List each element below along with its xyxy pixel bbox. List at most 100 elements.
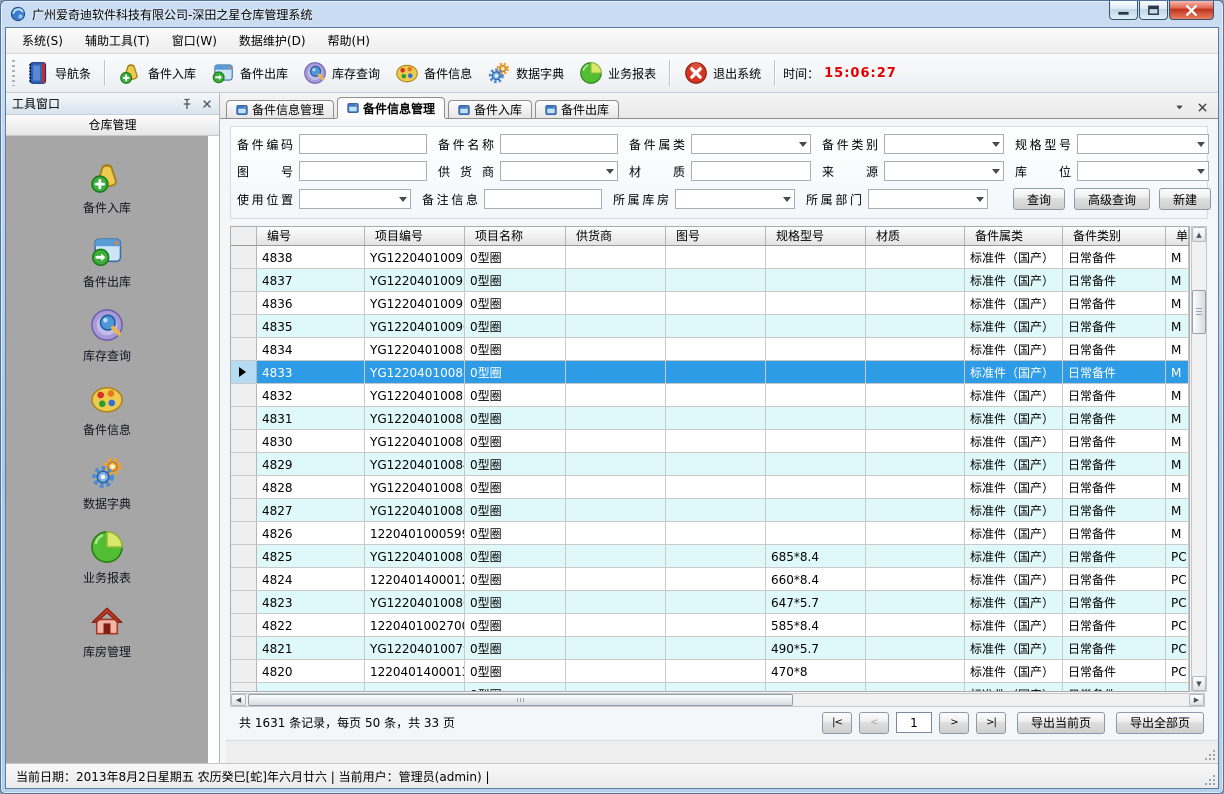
toolbar-button-1[interactable]: 备件入库 <box>112 57 202 89</box>
table-row[interactable]: 4834YG122040100890型圈标准件（国产）日常备件M <box>231 338 1189 361</box>
table-row[interactable]: 4832YG122040100870型圈标准件（国产）日常备件M <box>231 384 1189 407</box>
sidebar-item-1[interactable]: 备件出库 <box>6 224 208 298</box>
table-cell: 0型圈 <box>465 407 566 429</box>
toolbar-grip[interactable] <box>12 60 15 86</box>
table-row[interactable]: 4821YG122040100790型圈490*5.7标准件（国产）日常备件PC <box>231 637 1189 660</box>
next-page-button[interactable]: > <box>939 712 969 734</box>
scroll-up-icon[interactable]: ▲ <box>1192 227 1206 242</box>
search-combo-2-0[interactable] <box>299 189 411 209</box>
tab-list-chevron-down-icon[interactable] <box>1174 102 1185 113</box>
table-row[interactable]: 482612204010005990型圈标准件（国产）日常备件M <box>231 522 1189 545</box>
table-row[interactable]: 4833YG122040100880型圈标准件（国产）日常备件M <box>231 361 1189 384</box>
search-combo-0-3[interactable] <box>884 134 1004 154</box>
table-row[interactable]: 482012204014000130型圈470*8标准件（国产）日常备件PC <box>231 660 1189 683</box>
table-row[interactable]: 4827YG122040100820型圈标准件（国产）日常备件M <box>231 499 1189 522</box>
table-row[interactable]: 4830YG122040100850型圈标准件（国产）日常备件M <box>231 430 1189 453</box>
sidebar-item-3[interactable]: 备件信息 <box>6 372 208 446</box>
tab-close-icon[interactable] <box>1197 102 1208 113</box>
page-number-input[interactable] <box>896 712 932 733</box>
column-header-3[interactable]: 供货商 <box>566 227 666 245</box>
column-header-2[interactable]: 项目名称 <box>465 227 566 245</box>
search-combo-1-4[interactable] <box>1077 161 1209 181</box>
horizontal-scroll-thumb[interactable] <box>248 694 793 706</box>
table-row[interactable]: 482212204010027000型圈585*8.4标准件（国产）日常备件PC <box>231 614 1189 637</box>
column-header-5[interactable]: 规格型号 <box>766 227 866 245</box>
column-header-4[interactable]: 图号 <box>666 227 766 245</box>
toolbar-button-7[interactable]: 退出系统 <box>677 57 767 89</box>
scroll-down-icon[interactable]: ▼ <box>1192 676 1206 691</box>
first-page-button[interactable]: |< <box>822 712 852 734</box>
tab-1[interactable]: 备件信息管理 <box>337 97 445 118</box>
table-row[interactable]: 4837YG122040100920型圈标准件（国产）日常备件M <box>231 269 1189 292</box>
menu-item-1[interactable]: 辅助工具(T) <box>75 29 160 52</box>
scroll-right-icon[interactable]: ▶ <box>1189 694 1204 706</box>
pin-icon[interactable] <box>181 98 193 110</box>
vertical-scroll-thumb[interactable] <box>1192 290 1206 334</box>
table-row[interactable]: 4825YG122040100810型圈685*8.4标准件（国产）日常备件PC <box>231 545 1189 568</box>
tool-window-close-icon[interactable] <box>201 98 213 110</box>
search-combo-2-2[interactable] <box>675 189 795 209</box>
scroll-left-icon[interactable]: ◀ <box>231 694 246 706</box>
table-row[interactable]: 4823YG122040100800型圈647*5.7标准件（国产）日常备件PC <box>231 591 1189 614</box>
menu-item-0[interactable]: 系统(S) <box>12 29 73 52</box>
column-header-0[interactable]: 编号 <box>257 227 365 245</box>
toolbar-button-5[interactable]: 数据字典 <box>480 57 570 89</box>
menu-item-3[interactable]: 数据维护(D) <box>229 29 316 52</box>
search-combo-1-1[interactable] <box>500 161 618 181</box>
sidebar-item-0[interactable]: 备件入库 <box>6 150 208 224</box>
search-input-0-1[interactable] <box>500 134 618 154</box>
table-row[interactable]: 4831YG122040100860型圈标准件（国产）日常备件M <box>231 407 1189 430</box>
prev-page-button[interactable]: < <box>859 712 889 734</box>
column-header-8[interactable]: 备件类别 <box>1063 227 1166 245</box>
search-input-1-0[interactable] <box>299 161 427 181</box>
table-cell: 647*5.7 <box>766 591 866 613</box>
table-row[interactable]: 4829YG122040100840型圈标准件（国产）日常备件M <box>231 453 1189 476</box>
tab-2[interactable]: 备件入库 <box>448 100 532 118</box>
table-row[interactable]: 4835YG122040100900型圈标准件（国产）日常备件M <box>231 315 1189 338</box>
search-combo-0-2[interactable] <box>691 134 811 154</box>
table-row[interactable]: 4838YG122040100930型圈标准件（国产）日常备件M <box>231 246 1189 269</box>
sidebar-item-6[interactable]: 库房管理 <box>6 594 208 668</box>
search-input-0-0[interactable] <box>299 134 427 154</box>
toolbar-button-2[interactable]: 备件出库 <box>204 57 294 89</box>
table-row[interactable]: 4836YG122040100910型圈标准件（国产）日常备件M <box>231 292 1189 315</box>
close-button[interactable] <box>1169 1 1214 20</box>
menu-item-2[interactable]: 窗口(W) <box>162 29 227 52</box>
new-button[interactable]: 新建 <box>1159 188 1211 210</box>
search-combo-2-3[interactable] <box>868 189 988 209</box>
horizontal-scrollbar[interactable]: ◀ ▶ <box>230 693 1205 707</box>
advanced-query-button[interactable]: 高级查询 <box>1074 188 1150 210</box>
sidebar-item-4[interactable]: 数据字典 <box>6 446 208 520</box>
column-header-6[interactable]: 材质 <box>866 227 965 245</box>
toolbar-button-3[interactable]: 库存查询 <box>296 57 386 89</box>
parts-info-icon <box>88 380 126 418</box>
toolbar-button-0[interactable]: 导航条 <box>19 57 97 89</box>
export-current-page-button[interactable]: 导出当前页 <box>1017 712 1105 734</box>
query-button[interactable]: 查询 <box>1013 188 1065 210</box>
column-header-1[interactable]: 项目编号 <box>365 227 465 245</box>
sidebar-item-2[interactable]: 库存查询 <box>6 298 208 372</box>
search-combo-1-3[interactable] <box>884 161 1004 181</box>
search-input-2-1[interactable] <box>484 189 602 209</box>
search-combo-0-4[interactable] <box>1077 134 1209 154</box>
resize-grip[interactable] <box>1213 758 1215 760</box>
menu-item-4[interactable]: 帮助(H) <box>318 29 380 52</box>
last-page-button[interactable]: >| <box>976 712 1006 734</box>
sidebar-item-5[interactable]: 业务报表 <box>6 520 208 594</box>
toolbar-button-6[interactable]: 业务报表 <box>572 57 662 89</box>
window-resize-grip[interactable] <box>1213 783 1215 785</box>
table-cell: 标准件（国产） <box>965 522 1063 544</box>
table-row[interactable]: 482412204014000120型圈660*8.4标准件（国产）日常备件PC <box>231 568 1189 591</box>
tab-0[interactable]: 备件信息管理 <box>226 100 334 118</box>
tab-3[interactable]: 备件出库 <box>535 100 619 118</box>
search-input-1-2[interactable] <box>691 161 811 181</box>
vertical-scrollbar[interactable]: ▲ ▼ <box>1191 226 1207 692</box>
maximize-button[interactable] <box>1139 1 1168 20</box>
search-field-group: 所属库房 <box>613 189 795 209</box>
column-header-7[interactable]: 备件属类 <box>965 227 1063 245</box>
toolbar-button-4[interactable]: 备件信息 <box>388 57 478 89</box>
minimize-button[interactable] <box>1109 1 1138 20</box>
column-header-9[interactable]: 单位 <box>1166 227 1189 245</box>
table-row[interactable]: 4828YG122040100830型圈标准件（国产）日常备件M <box>231 476 1189 499</box>
export-all-pages-button[interactable]: 导出全部页 <box>1116 712 1204 734</box>
